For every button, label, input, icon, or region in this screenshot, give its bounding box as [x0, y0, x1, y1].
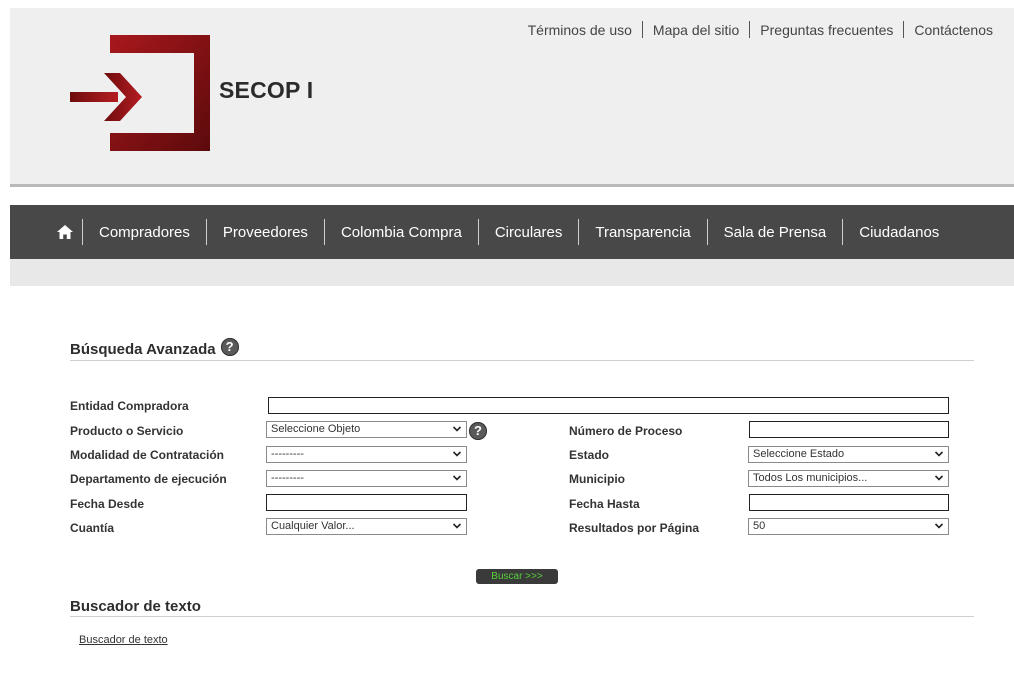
- nav-item-circulares[interactable]: Circulares: [479, 224, 579, 241]
- cuantia-select-value: Cualquier Valor...: [271, 520, 355, 532]
- sitemap-link[interactable]: Mapa del sitio: [653, 22, 739, 38]
- chevron-down-icon: [453, 523, 461, 529]
- resultados-select-value: 50: [753, 520, 766, 532]
- fecha-hasta-input[interactable]: [749, 494, 949, 511]
- nav-item-compradores[interactable]: Compradores: [83, 224, 206, 241]
- link-separator: [641, 21, 643, 38]
- label-fecha-desde: Fecha Desde: [70, 497, 145, 511]
- modalidad-select-value: ---------: [271, 448, 304, 460]
- advanced-search-title: Búsqueda Avanzada: [70, 341, 216, 358]
- label-cuantia: Cuantía: [70, 521, 115, 535]
- top-links: Términos de uso Mapa del sitio Preguntas…: [528, 21, 993, 38]
- nav-item-ciudadanos[interactable]: Ciudadanos: [843, 224, 955, 241]
- search-button[interactable]: Buscar >>>: [476, 569, 558, 584]
- municipio-select[interactable]: Todos Los municipios...: [748, 470, 949, 487]
- secop-logo[interactable]: [70, 35, 215, 151]
- question-icon[interactable]: ?: [469, 422, 487, 440]
- nav-item-proveedores[interactable]: Proveedores: [207, 224, 324, 241]
- estado-select[interactable]: Seleccione Estado: [748, 446, 949, 463]
- label-resultados: Resultados por Página: [569, 521, 700, 535]
- text-search-link[interactable]: Buscador de texto: [79, 634, 168, 646]
- header-divider: [10, 184, 1014, 187]
- municipio-select-value: Todos Los municipios...: [753, 472, 868, 484]
- brand-title: SECOP I: [219, 77, 314, 103]
- nav-item-transparencia[interactable]: Transparencia: [579, 224, 706, 241]
- text-search-heading: Buscador de texto: [70, 598, 201, 615]
- contact-link[interactable]: Contáctenos: [914, 22, 993, 38]
- modalidad-select[interactable]: ---------: [266, 446, 467, 463]
- label-numero-proceso: Número de Proceso: [569, 424, 683, 438]
- chevron-down-icon: [935, 451, 943, 457]
- chevron-down-icon: [453, 426, 461, 432]
- departamento-select-value: ---------: [271, 472, 304, 484]
- nav-subband: [10, 259, 1014, 286]
- departamento-select[interactable]: ---------: [266, 470, 467, 487]
- terms-link[interactable]: Términos de uso: [528, 22, 632, 38]
- label-entidad: Entidad Compradora: [70, 399, 189, 413]
- chevron-down-icon: [453, 475, 461, 481]
- label-fecha-hasta: Fecha Hasta: [569, 497, 640, 511]
- main-nav: Compradores Proveedores Colombia Compra …: [10, 205, 1014, 259]
- cuantia-select[interactable]: Cualquier Valor...: [266, 518, 467, 535]
- chevron-down-icon: [935, 523, 943, 529]
- link-separator: [749, 21, 751, 38]
- nav-item-sala-de-prensa[interactable]: Sala de Prensa: [708, 224, 843, 241]
- entidad-input[interactable]: [268, 397, 949, 414]
- question-icon[interactable]: ?: [220, 337, 239, 356]
- fecha-desde-input[interactable]: [266, 494, 467, 511]
- producto-select[interactable]: Seleccione Objeto: [266, 421, 467, 438]
- label-departamento: Departamento de ejecución: [70, 472, 227, 486]
- home-icon[interactable]: [48, 220, 82, 244]
- chevron-down-icon: [453, 451, 461, 457]
- estado-select-value: Seleccione Estado: [753, 448, 845, 460]
- link-separator: [903, 21, 905, 38]
- chevron-down-icon: [935, 475, 943, 481]
- numero-proceso-input[interactable]: [749, 421, 949, 438]
- advanced-search-heading: Búsqueda Avanzada ?: [70, 337, 239, 358]
- section-divider: [70, 360, 974, 361]
- label-municipio: Municipio: [569, 472, 625, 486]
- faq-link[interactable]: Preguntas frecuentes: [760, 22, 893, 38]
- page: Términos de uso Mapa del sitio Preguntas…: [0, 0, 1014, 694]
- label-estado: Estado: [569, 448, 610, 462]
- label-modalidad: Modalidad de Contratación: [70, 448, 225, 462]
- resultados-select[interactable]: 50: [748, 518, 949, 535]
- label-producto: Producto o Servicio: [70, 424, 184, 438]
- producto-select-value: Seleccione Objeto: [271, 423, 361, 435]
- nav-item-colombia-compra[interactable]: Colombia Compra: [325, 224, 478, 241]
- section-divider: [70, 616, 974, 617]
